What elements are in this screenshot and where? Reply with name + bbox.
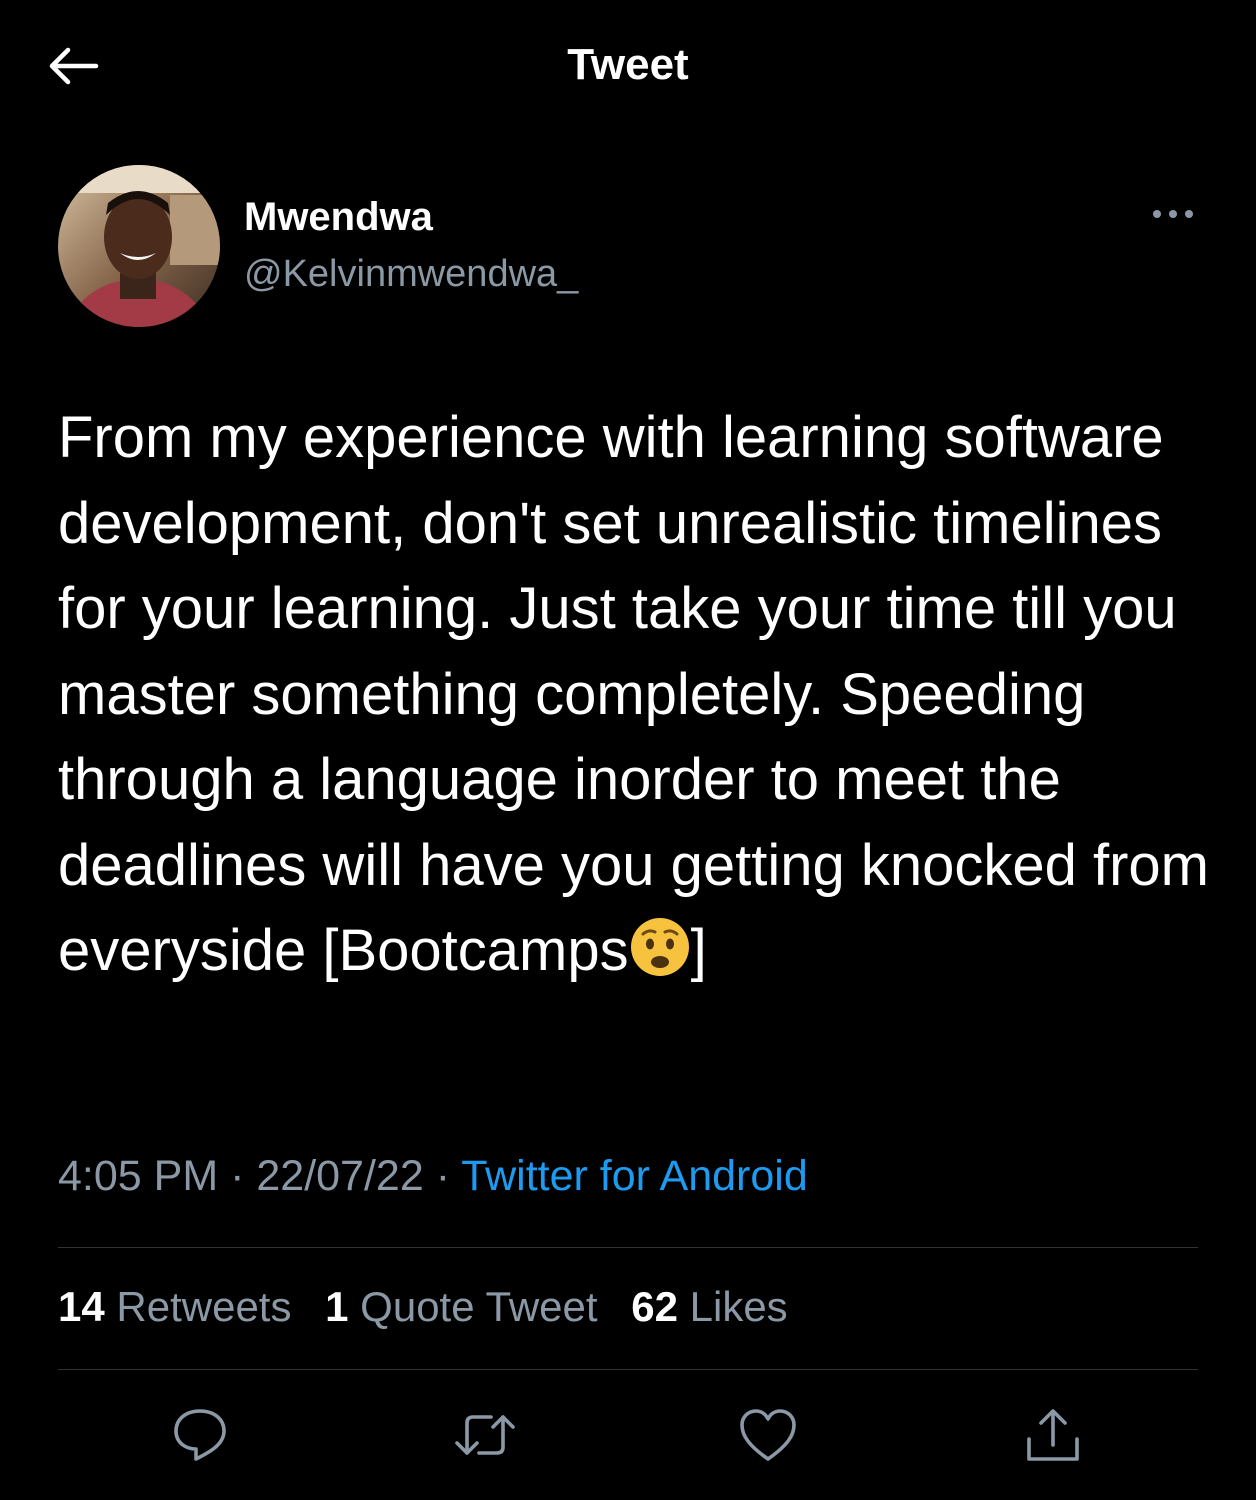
quote-tweets-stat[interactable]: 1 Quote Tweet — [325, 1283, 597, 1330]
top-bar: Tweet — [0, 0, 1256, 130]
more-dots-icon — [1153, 210, 1193, 218]
divider — [58, 1247, 1198, 1248]
heart-icon — [740, 1409, 796, 1461]
divider — [58, 1369, 1198, 1370]
retweets-label: Retweets — [116, 1283, 292, 1330]
tweet-text-suffix: ] — [690, 918, 707, 983]
reply-button[interactable] — [160, 1395, 240, 1475]
tweet-text: From my experience with learning softwar… — [58, 395, 1218, 994]
retweet-button[interactable] — [445, 1395, 525, 1475]
likes-stat[interactable]: 62 Likes — [631, 1283, 787, 1330]
avatar[interactable] — [58, 165, 220, 327]
tweet-source-link[interactable]: Twitter for Android — [461, 1152, 808, 1200]
like-button[interactable] — [728, 1395, 808, 1475]
display-name[interactable]: Mwendwa — [244, 195, 433, 240]
user-handle[interactable]: @Kelvinmwendwa_ — [244, 253, 578, 296]
tweet-actions — [0, 1395, 1256, 1485]
share-button[interactable] — [1013, 1395, 1093, 1475]
tweet-time[interactable]: 4:05 PM — [58, 1152, 218, 1200]
page-title: Tweet — [567, 40, 689, 89]
tweet-author: Mwendwa @Kelvinmwendwa_ — [58, 165, 1198, 330]
share-icon — [1027, 1409, 1079, 1461]
quote-tweets-label: Quote Tweet — [360, 1283, 598, 1330]
likes-count: 62 — [631, 1283, 678, 1330]
retweets-stat[interactable]: 14 Retweets — [58, 1283, 291, 1330]
meta-separator: · — [218, 1152, 257, 1200]
likes-label: Likes — [689, 1283, 788, 1330]
tweet-stats: 14 Retweets 1 Quote Tweet 62 Likes — [58, 1283, 810, 1331]
tweet-date[interactable]: 22/07/22 — [256, 1152, 423, 1200]
reply-icon — [174, 1409, 226, 1461]
meta-separator: · — [423, 1152, 462, 1200]
quote-tweets-count: 1 — [325, 1283, 349, 1330]
retweet-icon — [455, 1415, 515, 1455]
anxious-face-emoji — [630, 918, 689, 976]
tweet-meta: 4:05 PM · 22/07/22 · Twitter for Android — [58, 1152, 808, 1201]
more-options-button[interactable] — [1148, 199, 1198, 229]
retweets-count: 14 — [58, 1283, 105, 1330]
tweet-text-body: From my experience with learning softwar… — [58, 405, 1226, 983]
